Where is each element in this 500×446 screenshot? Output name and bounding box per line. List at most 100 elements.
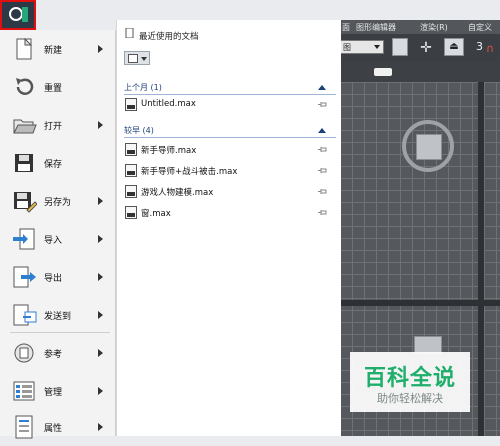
menu-item-customize[interactable]: 自定义 <box>468 22 492 33</box>
watermark: 百科全说 助你轻松解决 <box>350 352 470 412</box>
menu-manage[interactable]: 管理 <box>0 372 115 410</box>
view-mode-dropdown[interactable] <box>374 68 392 76</box>
watermark-title: 百科全说 <box>363 366 456 391</box>
menu-item-view[interactable]: 面 <box>342 22 350 33</box>
pages-icon <box>128 54 138 63</box>
group-header-earlier[interactable]: 较早 (4) <box>124 125 332 136</box>
recent-file-item[interactable]: 窗.max <box>125 205 335 221</box>
magnet-icon: ∩ <box>486 42 495 55</box>
view-cube-icon[interactable] <box>402 120 454 172</box>
app-logo-accent <box>22 7 28 22</box>
pin-snap-icon[interactable] <box>392 38 408 56</box>
eject-icon[interactable]: ⏏ <box>444 38 464 56</box>
submenu-arrow-icon <box>98 45 103 53</box>
application-menu-button[interactable] <box>0 0 36 30</box>
recent-file-item[interactable]: 新手导师+战斗被击.max <box>125 163 335 179</box>
pin-icon[interactable] <box>318 146 327 153</box>
menu-item-rendering[interactable]: 渲染(R) <box>420 22 448 33</box>
pin-icon[interactable] <box>318 167 327 174</box>
document-icon <box>125 28 134 38</box>
submenu-arrow-icon <box>98 273 103 281</box>
save-icon <box>15 154 33 172</box>
menu-item-graph-editors[interactable]: 图形编辑器 <box>356 22 396 33</box>
menu-reference[interactable]: 参考 <box>0 334 115 372</box>
group-header-last-month[interactable]: 上个月 (1) <box>124 82 332 93</box>
max-file-icon <box>125 143 137 156</box>
menu-manage-label: 管理 <box>44 387 63 398</box>
collapse-icon[interactable] <box>318 128 326 133</box>
menu-send-to-label: 发送到 <box>44 311 72 322</box>
submenu-arrow-icon <box>98 387 103 395</box>
menu-reference-label: 参考 <box>44 349 63 360</box>
group-header-label: 较早 (4) <box>124 126 154 135</box>
max-file-icon <box>125 206 137 219</box>
menu-export-label: 导出 <box>44 273 63 284</box>
max-file-icon <box>125 185 137 198</box>
application-menu: 新建 重置 打开 保存 另存为 导入 导出 发送到 参考 管理 属性 <box>0 30 116 439</box>
menu-bar: 面 图形编辑器 渲染(R) 自定义 <box>340 20 500 34</box>
properties-icon <box>15 415 33 439</box>
group-header-label: 上个月 (1) <box>124 83 162 92</box>
viewport-bar <box>340 62 500 82</box>
menu-open-label: 打开 <box>44 121 63 132</box>
recent-documents-panel: 最近使用的文档 上个月 (1) Untitled.max 较早 (4) 新手导师… <box>116 20 341 436</box>
pin-icon[interactable] <box>318 188 327 195</box>
menu-import-label: 导入 <box>44 235 63 246</box>
menu-properties-label: 属性 <box>44 423 63 434</box>
pin-icon[interactable] <box>318 209 327 216</box>
snap-number: 3 <box>476 40 483 53</box>
submenu-arrow-icon <box>98 197 103 205</box>
reset-icon <box>16 78 34 95</box>
menu-export[interactable]: 导出 <box>0 258 115 296</box>
menu-save-as[interactable]: 另存为 <box>0 182 115 220</box>
export-icon <box>13 266 36 288</box>
send-to-icon <box>13 304 37 326</box>
recent-documents-title: 最近使用的文档 <box>139 32 199 42</box>
menu-save-as-label: 另存为 <box>44 197 72 208</box>
group-divider <box>124 137 336 138</box>
recent-file-item[interactable]: 游戏人物建模.max <box>125 184 335 200</box>
view-dropdown[interactable]: 图 <box>340 40 384 54</box>
max-file-icon <box>125 98 137 111</box>
recent-file-item[interactable]: 新手导师.max <box>125 142 335 158</box>
menu-open[interactable]: 打开 <box>0 106 115 144</box>
view-cube-face[interactable] <box>416 134 442 160</box>
menu-send-to[interactable]: 发送到 <box>0 296 115 334</box>
group-divider <box>124 94 336 95</box>
menu-reset[interactable]: 重置 <box>0 68 115 106</box>
move-icon[interactable]: ✛ <box>418 40 434 56</box>
watermark-subtitle: 助你轻松解决 <box>377 392 443 405</box>
submenu-arrow-icon <box>98 311 103 319</box>
collapse-icon[interactable] <box>318 85 326 90</box>
viewport-divider-vertical[interactable] <box>478 82 484 436</box>
import-icon <box>13 228 35 250</box>
file-name: 窗.max <box>141 209 171 219</box>
max-file-icon <box>125 164 137 177</box>
menu-save[interactable]: 保存 <box>0 144 115 182</box>
menu-new[interactable]: 新建 <box>0 30 115 68</box>
menu-properties[interactable]: 属性 <box>0 408 115 446</box>
reference-icon <box>14 343 34 363</box>
submenu-arrow-icon <box>98 235 103 243</box>
file-name: Untitled.max <box>141 99 196 109</box>
file-name: 游戏人物建模.max <box>141 188 214 198</box>
magnet-snap-icon[interactable]: 3 ∩ <box>474 38 498 58</box>
submenu-arrow-icon <box>98 349 103 357</box>
chevron-down-icon <box>141 57 147 61</box>
file-name: 新手导师.max <box>141 146 197 156</box>
submenu-arrow-icon <box>98 423 103 431</box>
menu-import[interactable]: 导入 <box>0 220 115 258</box>
menu-new-label: 新建 <box>44 45 63 56</box>
save-as-icon <box>14 192 37 213</box>
manage-icon <box>13 381 35 401</box>
submenu-arrow-icon <box>98 121 103 129</box>
menu-divider <box>10 332 110 333</box>
new-document-icon <box>16 37 33 60</box>
open-folder-icon <box>13 119 37 134</box>
recent-file-item[interactable]: Untitled.max <box>125 97 335 113</box>
display-options-button[interactable] <box>124 51 150 65</box>
app-logo-icon <box>9 7 23 21</box>
pin-icon[interactable] <box>318 101 327 108</box>
viewport-divider-horizontal[interactable] <box>340 300 500 306</box>
chevron-down-icon <box>374 45 380 49</box>
